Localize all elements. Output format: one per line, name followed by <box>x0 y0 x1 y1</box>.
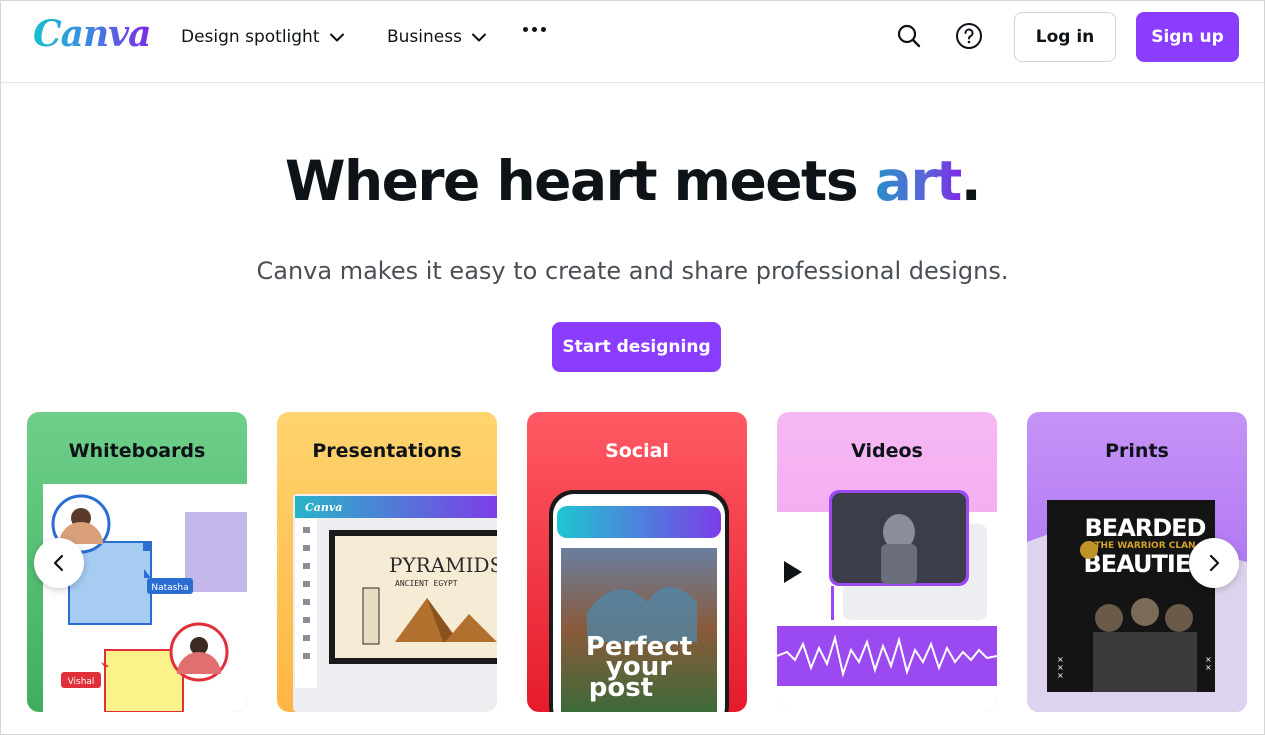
chevron-down-icon <box>329 33 344 42</box>
presentations-slide-subtitle: ANCIENT EGYPT <box>395 579 458 588</box>
nav-design-spotlight-label: Design spotlight <box>181 27 320 47</box>
card-prints-title: Prints <box>1105 440 1169 462</box>
carousel-prev-button[interactable] <box>34 538 84 588</box>
chevron-down-icon <box>471 33 486 42</box>
whiteboards-user-label-2: Vishal <box>68 677 95 687</box>
nav-business-label: Business <box>387 27 462 47</box>
login-button[interactable]: Log in <box>1014 12 1116 62</box>
card-videos[interactable]: Videos <box>777 412 997 712</box>
hero-title: Where heart meets art. <box>1 149 1264 213</box>
carousel-next-button[interactable] <box>1189 538 1239 588</box>
card-presentations[interactable]: Canva PYRAMIDS ANCIENT EGYPT Presentatio… <box>277 412 497 712</box>
hero-subtitle: Canva makes it easy to create and share … <box>256 257 1009 285</box>
start-designing-button[interactable]: Start designing <box>552 322 721 372</box>
presentations-brand: Canva <box>305 501 342 514</box>
social-post-line-3: post <box>589 673 653 703</box>
svg-text:×: × <box>1057 671 1064 680</box>
nav-business[interactable]: Business <box>387 25 486 49</box>
whiteboards-user-label-1: Natasha <box>151 583 188 593</box>
card-videos-title: Videos <box>851 440 923 462</box>
site-header: Canva Design spotlight Business Log in S… <box>1 1 1264 83</box>
card-social[interactable]: Perfect your post Social <box>527 412 747 712</box>
card-social-title: Social <box>605 440 669 462</box>
prints-poster-line-1: BEARDED <box>1085 514 1206 542</box>
svg-text:×: × <box>1205 663 1212 672</box>
chevron-right-icon <box>1209 554 1220 572</box>
more-icon[interactable] <box>523 27 546 32</box>
hero-title-accent: art <box>874 149 963 213</box>
signup-button[interactable]: Sign up <box>1136 12 1239 62</box>
chevron-left-icon <box>53 554 64 572</box>
hero-title-main: Where heart meets <box>284 149 875 213</box>
help-icon[interactable] <box>954 21 984 51</box>
hero-title-end: . <box>960 149 982 213</box>
canva-logo[interactable]: Canva <box>33 13 151 55</box>
presentations-slide-title: PYRAMIDS <box>389 553 497 577</box>
nav-design-spotlight[interactable]: Design spotlight <box>181 25 344 49</box>
card-whiteboards-title: Whiteboards <box>68 440 206 462</box>
card-presentations-title: Presentations <box>312 440 462 462</box>
search-icon[interactable] <box>894 21 924 51</box>
